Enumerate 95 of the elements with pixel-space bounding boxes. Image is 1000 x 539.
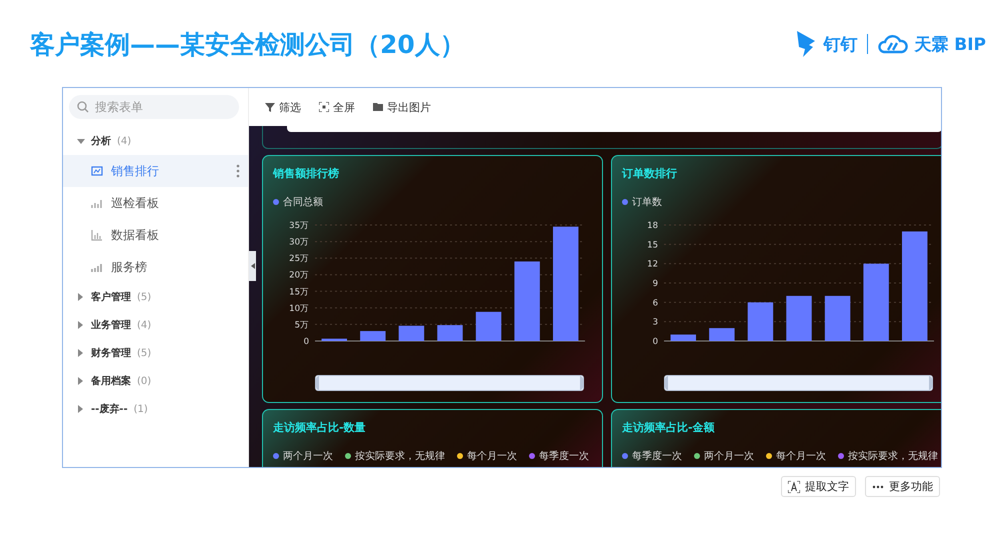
bar-chart-icon [91,197,103,209]
more-icon[interactable] [236,164,240,178]
group-count: (5) [137,348,152,358]
tree-group[interactable]: 业务管理 (4) [63,311,248,339]
bar [824,296,850,341]
collapsed-arrow-icon[interactable] [77,349,85,357]
toolbar-button[interactable]: 全屏 [319,100,355,114]
search-icon [77,101,89,113]
axis-label: 6 [652,298,658,308]
bar [437,325,463,341]
bar [748,302,774,341]
chart-title: 走访频率占比-数量 [273,420,367,435]
viewer-button[interactable]: 更多功能 [865,476,940,497]
axis-label: 3 [652,318,658,328]
filter-icon [265,102,275,112]
item-name: 服务榜 [111,258,147,276]
axis-label: 18 [647,221,658,231]
bar [360,331,386,341]
collapsed-arrow-icon[interactable] [77,293,85,301]
line-chart-icon [91,165,103,177]
group-name: --废弃-- [91,402,128,416]
bar [476,312,502,341]
tree-item[interactable]: 销售排行 [63,155,248,187]
tree-group[interactable]: 备用档案 (0) [63,367,248,395]
axis-label: 35万 [289,221,309,231]
group-count: (5) [137,292,152,302]
axis-label: 0 [652,337,658,347]
axis-label: 12 [647,260,658,270]
tree-group[interactable]: 客户管理 (5) [63,283,248,311]
range-slider[interactable] [316,376,583,390]
group-name: 客户管理 [91,290,131,304]
chart-title: 订单数排行 [622,166,678,181]
group-count: (4) [137,320,152,330]
brand-name: 天霖 BIP [914,34,986,56]
group-name: 备用档案 [91,374,131,388]
collapsed-arrow-icon[interactable] [77,405,85,413]
expanded-arrow-icon[interactable] [77,137,85,145]
item-name: 数据看板 [111,226,159,244]
axis-label: 10万 [289,304,309,314]
axis-label: 5万 [294,320,309,330]
axis-label: 25万 [289,254,309,264]
legend-label: 按实际要求，无规律 [355,450,445,463]
fullscreen-icon [319,102,329,112]
bar [786,296,812,341]
collapse-handle[interactable] [249,251,256,281]
group-name: 财务管理 [91,346,131,360]
axis-label: 0 [304,337,309,347]
tree-group[interactable]: --废弃-- (1) [63,395,248,423]
toolbar-button[interactable]: 筛选 [265,100,301,114]
axis-label: 15万 [289,287,309,298]
tree-item[interactable]: 数据看板 [63,219,248,251]
legend-label: 两个月一次 [283,450,333,463]
slide-title: 客户案例——某安全检测公司（20人） [30,28,465,60]
collapsed-arrow-icon[interactable] [77,321,85,329]
toolbar-button[interactable]: 导出图片 [373,100,431,114]
legend-label: 订单数 [632,196,662,209]
axis-label: 20万 [289,270,309,281]
bar [709,328,735,341]
bird-logo-icon [795,29,818,59]
group-count: (0) [137,376,152,386]
item-name: 销售排行 [111,162,159,180]
brand-name: 钉钉 [823,34,858,56]
tree-group[interactable]: 财务管理 (5) [63,339,248,367]
axis-label: 15 [647,240,658,250]
tree-item[interactable]: 巡检看板 [63,187,248,219]
tree-group[interactable]: 分析 (4) [63,127,248,155]
item-name: 巡检看板 [111,194,159,212]
legend-label: 按实际要求，无规律 [848,450,938,463]
bar [322,338,348,341]
axis-label: 30万 [289,238,309,248]
bar-chart-icon [91,229,103,241]
collapsed-arrow-icon[interactable] [77,377,85,385]
text-scan-icon [788,480,800,492]
axis-label: 9 [652,279,658,289]
legend-label: 每季度一次 [539,450,589,463]
legend-label: 两个月一次 [704,450,754,463]
legend-label: 每个月一次 [776,450,826,463]
bar-chart-icon [91,261,103,273]
chart-title: 走访频率占比-金额 [622,420,716,435]
cloud-logo-icon [878,34,908,54]
tree-item[interactable]: 服务榜 [63,251,248,283]
group-name: 分析 [91,134,111,148]
viewer-button[interactable]: 提取文字 [781,476,856,497]
group-count: (1) [134,404,148,414]
range-slider[interactable] [665,376,932,390]
group-count: (4) [117,136,132,146]
legend-label: 合同总额 [283,196,323,209]
group-name: 业务管理 [91,318,131,332]
search-field[interactable]: 搜索表单 [69,95,239,119]
legend-label: 每个月一次 [467,450,517,463]
bar [670,334,696,341]
chart-title: 销售额排行榜 [273,166,340,181]
bar [398,326,424,341]
folder-icon [373,102,383,112]
legend-label: 每季度一次 [632,450,682,463]
